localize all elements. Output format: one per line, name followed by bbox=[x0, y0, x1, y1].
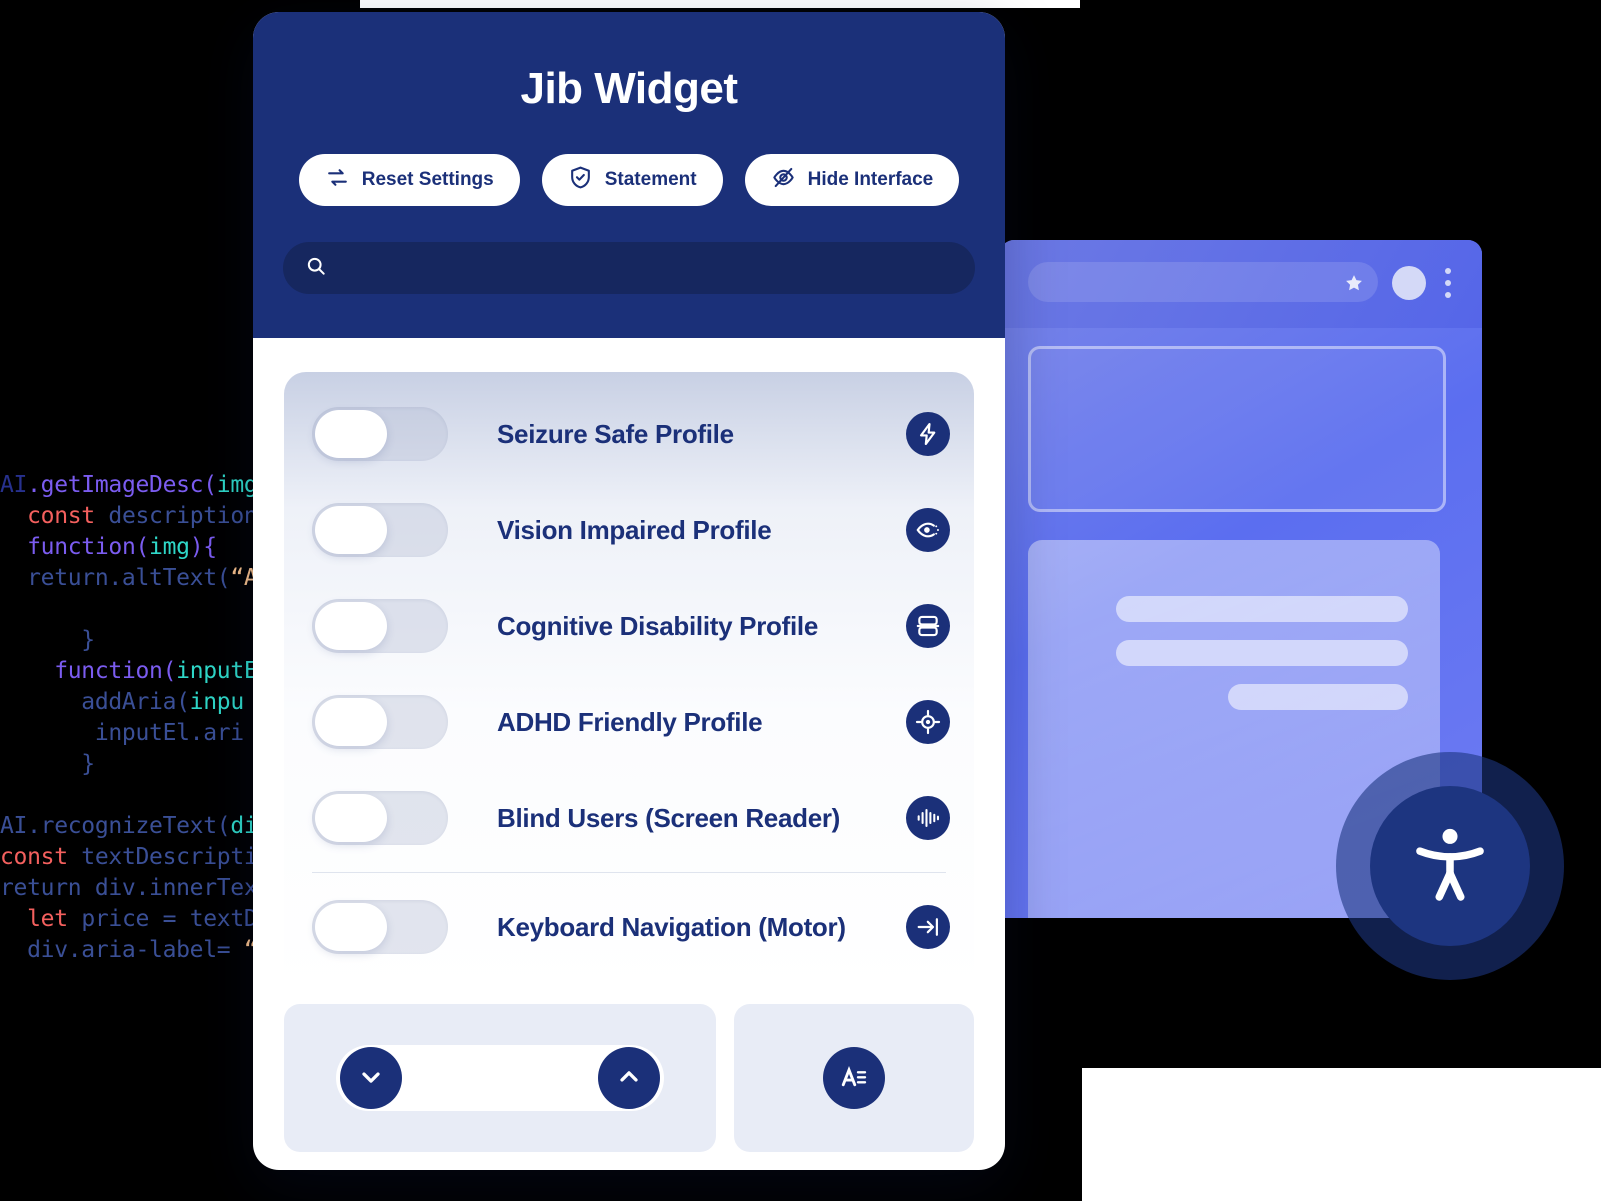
top-white-band bbox=[360, 0, 1080, 8]
browser-hero-block bbox=[1028, 346, 1446, 512]
statement-label: Statement bbox=[604, 169, 697, 190]
browser-placeholder-line bbox=[1228, 684, 1408, 710]
profile-row[interactable]: Cognitive Disability Profile bbox=[284, 578, 974, 674]
profile-label: Keyboard Navigation (Motor) bbox=[497, 911, 846, 942]
profile-toggle[interactable] bbox=[312, 503, 448, 557]
search-input[interactable] bbox=[341, 256, 953, 280]
eye-icon bbox=[906, 508, 950, 552]
tab-arrow-icon bbox=[906, 905, 950, 949]
text-size-icon bbox=[839, 1062, 869, 1095]
shield-check-icon bbox=[568, 165, 593, 196]
kebab-menu-icon[interactable] bbox=[1445, 268, 1452, 298]
bottom-white-panel bbox=[1082, 1068, 1601, 1201]
lightning-bolt-icon bbox=[906, 412, 950, 456]
profile-label: Vision Impaired Profile bbox=[497, 514, 772, 545]
jib-widget-panel: Jib Widget Reset Settings Statement Hide… bbox=[253, 12, 1005, 1170]
search-bar[interactable] bbox=[283, 242, 975, 294]
toggle-knob bbox=[315, 602, 387, 650]
reset-arrows-icon bbox=[325, 165, 350, 196]
widget-header: Jib Widget Reset Settings Statement Hide… bbox=[253, 12, 1005, 338]
avatar-icon[interactable] bbox=[1392, 266, 1426, 300]
profile-row[interactable]: ADHD Friendly Profile bbox=[284, 674, 974, 770]
browser-placeholder-line bbox=[1116, 640, 1408, 666]
page-title: Jib Widget bbox=[520, 64, 738, 113]
sound-wave-icon bbox=[906, 796, 950, 840]
browser-placeholder-line bbox=[1116, 596, 1408, 622]
stepper-tile bbox=[284, 1004, 716, 1152]
star-icon[interactable] bbox=[1344, 273, 1364, 293]
toggle-knob bbox=[315, 698, 387, 746]
widget-footer bbox=[284, 1004, 974, 1152]
profile-row[interactable]: Seizure Safe Profile bbox=[284, 386, 974, 482]
profile-toggle[interactable] bbox=[312, 407, 448, 461]
statement-button[interactable]: Statement bbox=[541, 154, 723, 206]
browser-address-bar[interactable] bbox=[1028, 262, 1378, 302]
header-actions: Reset Settings Statement Hide Interface bbox=[283, 154, 975, 206]
profile-toggle[interactable] bbox=[312, 900, 448, 954]
text-size-tile bbox=[734, 1004, 974, 1152]
profile-toggle[interactable] bbox=[312, 791, 448, 845]
toggle-knob bbox=[315, 410, 387, 458]
target-icon bbox=[906, 700, 950, 744]
profile-label: Cognitive Disability Profile bbox=[497, 610, 818, 641]
profile-row[interactable]: Vision Impaired Profile bbox=[284, 482, 974, 578]
chevron-down-icon bbox=[357, 1063, 385, 1094]
toggle-knob bbox=[315, 903, 387, 951]
toggle-knob bbox=[315, 506, 387, 554]
accessibility-person-icon bbox=[1407, 821, 1493, 912]
accessibility-floating-button[interactable] bbox=[1336, 752, 1564, 980]
browser-chrome bbox=[1000, 240, 1482, 328]
value-stepper bbox=[336, 1045, 664, 1111]
profile-label: ADHD Friendly Profile bbox=[497, 706, 763, 737]
reset-settings-label: Reset Settings bbox=[361, 169, 494, 190]
eye-off-icon bbox=[771, 165, 796, 196]
profile-toggle[interactable] bbox=[312, 695, 448, 749]
stepper-decrease-button[interactable] bbox=[340, 1047, 402, 1109]
hide-interface-button[interactable]: Hide Interface bbox=[744, 154, 960, 206]
accessibility-profiles-list: Seizure Safe Profile Vision Impaired Prof… bbox=[284, 372, 974, 993]
profile-label: Seizure Safe Profile bbox=[497, 418, 734, 449]
toggle-knob bbox=[315, 794, 387, 842]
search-icon bbox=[305, 255, 327, 282]
reset-settings-button[interactable]: Reset Settings bbox=[298, 154, 520, 206]
text-size-button[interactable] bbox=[823, 1047, 885, 1109]
profile-row[interactable]: Keyboard Navigation (Motor) bbox=[284, 879, 974, 975]
profile-label: Blind Users (Screen Reader) bbox=[497, 802, 841, 833]
profile-list-divider bbox=[312, 872, 946, 873]
chevron-up-icon bbox=[615, 1063, 643, 1094]
accessibility-button-core[interactable] bbox=[1370, 786, 1530, 946]
profile-row[interactable]: Blind Users (Screen Reader) bbox=[284, 770, 974, 866]
hide-interface-label: Hide Interface bbox=[807, 169, 934, 190]
stepper-increase-button[interactable] bbox=[598, 1047, 660, 1109]
profile-toggle[interactable] bbox=[312, 599, 448, 653]
cognitive-icon bbox=[906, 604, 950, 648]
